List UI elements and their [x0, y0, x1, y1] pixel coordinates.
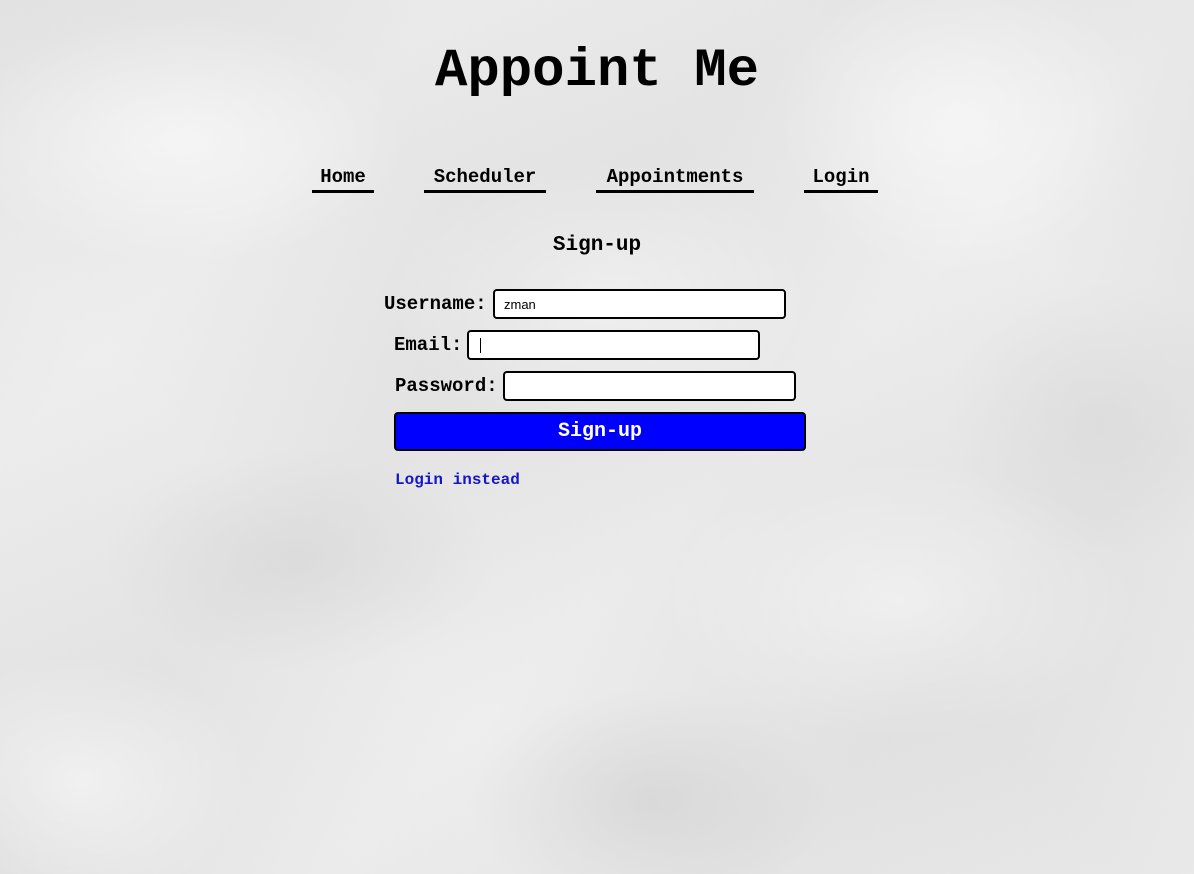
password-input[interactable] [503, 371, 796, 401]
app-title: Appoint Me [434, 41, 760, 102]
login-instead-link[interactable]: Login instead [395, 469, 520, 491]
signup-heading: Sign-up [552, 234, 642, 257]
nav-scheduler-link[interactable]: Scheduler [424, 164, 546, 193]
username-input[interactable] [493, 289, 786, 319]
nav-appointments-link[interactable]: Appointments [596, 164, 754, 193]
password-label: Password: [395, 375, 498, 397]
email-input[interactable] [467, 330, 760, 360]
nav-home-link[interactable]: Home [312, 164, 374, 193]
main-nav: Home Scheduler Appointments Login [0, 164, 1194, 194]
email-label: Email: [394, 334, 463, 356]
nav-login-link[interactable]: Login [804, 164, 878, 193]
text-cursor [480, 338, 481, 353]
signup-button[interactable]: Sign-up [394, 412, 806, 451]
username-label: Username: [384, 293, 487, 315]
